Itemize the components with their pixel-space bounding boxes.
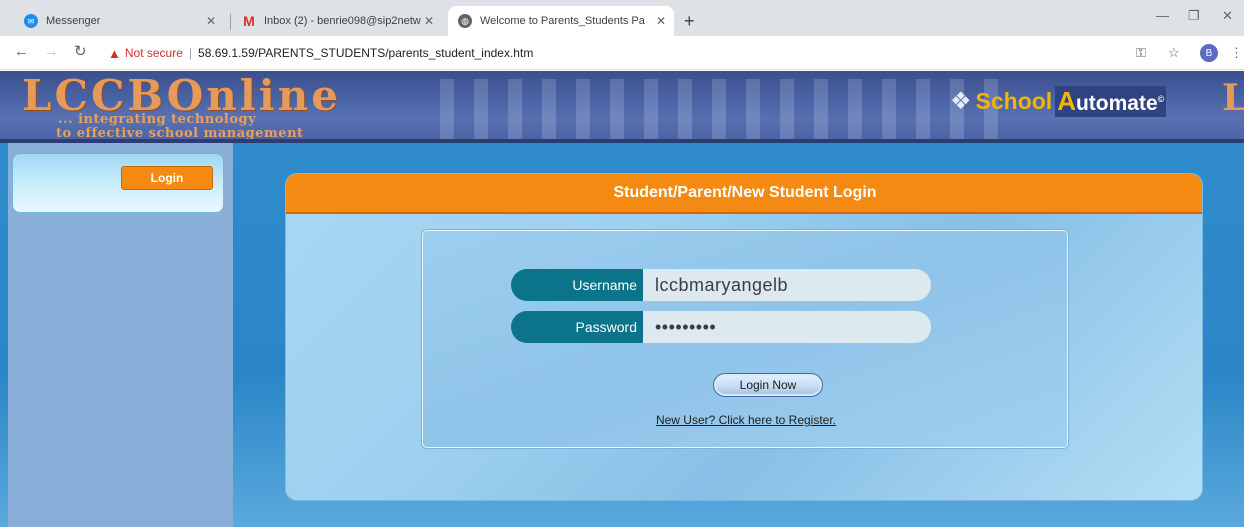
globe-icon: ◍: [458, 14, 472, 28]
username-label: Username: [511, 269, 643, 301]
tab-title: Welcome to Parents_Students Pa: [480, 15, 645, 27]
address-bar[interactable]: ▲ Not secure | 58.69.1.59/PARENTS_STUDEN…: [108, 44, 533, 62]
warning-icon[interactable]: ▲: [108, 46, 121, 61]
tab-title: Inbox (2) - benrie098@sip2netw: [264, 15, 421, 27]
browser-toolbar: ← → ↻ ▲ Not secure | 58.69.1.59/PARENTS_…: [0, 36, 1244, 70]
site-banner: LCCBOnline ... integrating technology to…: [0, 71, 1244, 143]
edge-logo-letter: L: [1222, 77, 1244, 119]
tab-gmail[interactable]: M Inbox (2) - benrie098@sip2netw ✕: [232, 6, 442, 36]
minimize-icon[interactable]: —: [1156, 8, 1169, 23]
logo-automate-text: Automate©: [1055, 85, 1167, 117]
tagline-line1: ... integrating technology: [58, 112, 257, 127]
register-link[interactable]: New User? Click here to Register.: [423, 413, 1069, 427]
tab-messenger[interactable]: ✉ Messenger ✕: [14, 6, 224, 36]
web-page: LCCBOnline ... integrating technology to…: [0, 71, 1244, 527]
login-panel: Student/Parent/New Student Login Usernam…: [285, 173, 1203, 501]
school-automate-logo: ❖ School Automate©: [950, 81, 1167, 121]
back-arrow-icon[interactable]: ←: [14, 44, 29, 60]
password-label: Password: [511, 311, 643, 343]
tagline-line2: to effective school management: [56, 126, 304, 141]
login-now-button[interactable]: Login Now: [713, 373, 823, 397]
url-text[interactable]: 58.69.1.59/PARENTS_STUDENTS/parents_stud…: [198, 46, 533, 60]
new-tab-button[interactable]: +: [684, 12, 695, 30]
page-content: Login Student/Parent/New Student Login U…: [0, 143, 1244, 527]
security-status[interactable]: Not secure: [125, 46, 183, 60]
diamond-icon: ❖: [950, 87, 972, 115]
tab-parents-students[interactable]: ◍ Welcome to Parents_Students Pa ✕: [448, 6, 674, 36]
forward-arrow-icon[interactable]: →: [44, 44, 59, 60]
tab-divider: [230, 14, 231, 30]
sidebar-menu: Login: [12, 153, 224, 213]
restore-icon[interactable]: ❐: [1188, 8, 1200, 24]
bookmark-star-icon[interactable]: ☆: [1168, 45, 1180, 61]
reload-icon[interactable]: ↻: [74, 44, 87, 60]
close-icon[interactable]: ✕: [656, 14, 666, 28]
username-input[interactable]: lccbmaryangelb: [643, 269, 931, 301]
left-column: Login: [8, 143, 233, 527]
close-icon[interactable]: ✕: [206, 14, 216, 28]
password-input[interactable]: •••••••••: [643, 311, 931, 343]
logo-school-text: School: [975, 87, 1053, 114]
sidebar-login-button[interactable]: Login: [121, 166, 213, 190]
omnibox-divider: |: [188, 46, 193, 60]
gmail-icon: M: [243, 13, 255, 29]
close-icon[interactable]: ✕: [424, 14, 434, 28]
browser-tab-strip: ✉ Messenger ✕ M Inbox (2) - benrie098@si…: [0, 0, 1244, 36]
login-panel-title: Student/Parent/New Student Login: [286, 174, 1202, 214]
login-form: Username lccbmaryangelb Password •••••••…: [422, 230, 1068, 448]
password-row: Password •••••••••: [511, 311, 931, 343]
key-icon[interactable]: ⚿: [1136, 45, 1146, 61]
username-row: Username lccbmaryangelb: [511, 269, 931, 301]
menu-dots-icon[interactable]: ⋮: [1230, 45, 1243, 61]
profile-avatar[interactable]: B: [1200, 44, 1218, 62]
tab-title: Messenger: [46, 15, 101, 27]
close-window-icon[interactable]: ✕: [1222, 8, 1233, 24]
messenger-icon: ✉: [24, 14, 38, 28]
